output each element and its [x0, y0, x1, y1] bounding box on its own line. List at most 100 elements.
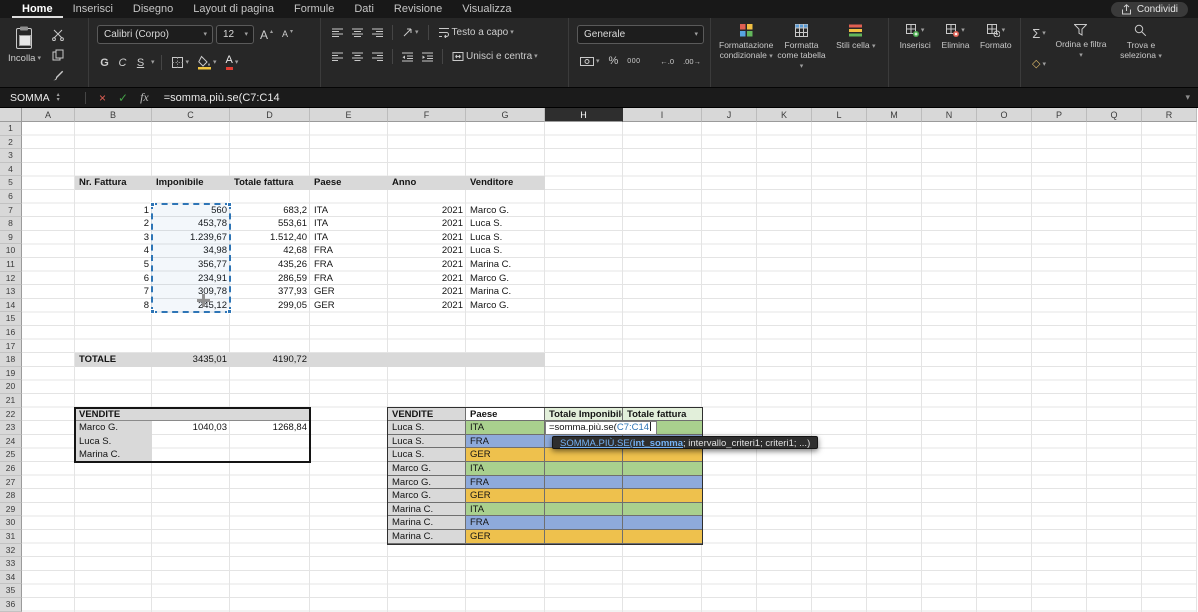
- column-header-N[interactable]: N: [922, 108, 977, 122]
- ribbon-tab-revisione[interactable]: Revisione: [384, 0, 452, 18]
- cell-G31[interactable]: GER: [466, 530, 545, 544]
- fill-color-button[interactable]: ▾: [195, 53, 220, 72]
- column-header-B[interactable]: B: [75, 108, 152, 122]
- row-header-24[interactable]: 24: [0, 435, 22, 449]
- align-center-button[interactable]: [349, 50, 366, 64]
- column-header-E[interactable]: E: [310, 108, 388, 122]
- formula-edit-cell[interactable]: =somma.più.se(C7:C14: [545, 421, 657, 435]
- row-header-23[interactable]: 23: [0, 421, 22, 435]
- column-header-K[interactable]: K: [757, 108, 812, 122]
- row-header-19[interactable]: 19: [0, 367, 22, 381]
- column-header-H[interactable]: H: [545, 108, 623, 122]
- row-header-1[interactable]: 1: [0, 122, 22, 136]
- cell-G5[interactable]: Venditore: [466, 176, 545, 190]
- autosum-button[interactable]: Σ ▾: [1029, 25, 1049, 42]
- cell-H22[interactable]: Totale Imponibile: [545, 408, 623, 422]
- cell-G11[interactable]: Marina C.: [466, 258, 545, 272]
- cell-E11[interactable]: FRA: [310, 258, 388, 272]
- cell-E10[interactable]: FRA: [310, 244, 388, 258]
- ribbon-tab-formule[interactable]: Formule: [284, 0, 344, 18]
- cell-G7[interactable]: Marco G.: [466, 204, 545, 218]
- cell-C8[interactable]: 453,78: [152, 217, 230, 231]
- orientation-button[interactable]: ▾: [399, 25, 422, 40]
- paste-button[interactable]: Incolla ▾: [8, 25, 41, 85]
- column-header-O[interactable]: O: [977, 108, 1032, 122]
- cell-B5[interactable]: Nr. Fattura: [75, 176, 152, 190]
- row-header-28[interactable]: 28: [0, 489, 22, 503]
- cell-F26[interactable]: Marco G.: [388, 462, 466, 476]
- cell-B14[interactable]: 8: [75, 299, 152, 313]
- cell-D5[interactable]: Totale fattura: [230, 176, 310, 190]
- row-header-25[interactable]: 25: [0, 448, 22, 462]
- cell-F28[interactable]: Marco G.: [388, 489, 466, 503]
- cell-F7[interactable]: 2021: [388, 204, 466, 218]
- cell-C7[interactable]: 560: [152, 204, 230, 218]
- increase-decimal-button[interactable]: ←.0: [657, 56, 677, 68]
- cell-C23[interactable]: 1040,03: [152, 421, 230, 435]
- cell-D23[interactable]: 1268,84: [230, 421, 310, 435]
- row-header-17[interactable]: 17: [0, 340, 22, 354]
- decrease-font-size-button[interactable]: A▾: [279, 28, 296, 41]
- cell-I22[interactable]: Totale fattura: [623, 408, 702, 422]
- decrease-decimal-button[interactable]: .00→: [680, 56, 704, 68]
- cell-G26[interactable]: ITA: [466, 462, 545, 476]
- cell-styles-button[interactable]: Stili cella ▾: [830, 23, 882, 85]
- row-header-32[interactable]: 32: [0, 544, 22, 558]
- name-box-stepper[interactable]: ▴▾: [57, 93, 60, 103]
- align-bottom-button[interactable]: [369, 26, 386, 40]
- column-header-P[interactable]: P: [1032, 108, 1087, 122]
- row-header-2[interactable]: 2: [0, 136, 22, 150]
- ribbon-tab-disegno[interactable]: Disegno: [123, 0, 183, 18]
- row-header-22[interactable]: 22: [0, 408, 22, 422]
- cell-D12[interactable]: 286,59: [230, 272, 310, 286]
- wrap-text-button[interactable]: Testo a capo ▾: [435, 25, 517, 40]
- cell-G10[interactable]: Luca S.: [466, 244, 545, 258]
- bold-button[interactable]: G: [97, 55, 112, 71]
- cell-F23[interactable]: Luca S.: [388, 421, 466, 435]
- font-color-button[interactable]: A ▾: [223, 53, 242, 72]
- cell-B9[interactable]: 3: [75, 231, 152, 245]
- cell-G8[interactable]: Luca S.: [466, 217, 545, 231]
- column-header-F[interactable]: F: [388, 108, 466, 122]
- cell-F31[interactable]: Marina C.: [388, 530, 466, 544]
- align-top-button[interactable]: [329, 26, 346, 40]
- row-header-6[interactable]: 6: [0, 190, 22, 204]
- row-header-3[interactable]: 3: [0, 149, 22, 163]
- cell-E13[interactable]: GER: [310, 285, 388, 299]
- format-painter-button[interactable]: [49, 67, 67, 83]
- confirm-formula-button[interactable]: ✓: [112, 91, 134, 105]
- cell-F24[interactable]: Luca S.: [388, 435, 466, 449]
- cell-B23[interactable]: Marco G.: [75, 421, 152, 435]
- cell-G29[interactable]: ITA: [466, 503, 545, 517]
- row-header-26[interactable]: 26: [0, 462, 22, 476]
- cell-F5[interactable]: Anno: [388, 176, 466, 190]
- ribbon-tab-dati[interactable]: Dati: [344, 0, 384, 18]
- cell-G25[interactable]: GER: [466, 448, 545, 462]
- cell-E5[interactable]: Paese: [310, 176, 388, 190]
- column-header-J[interactable]: J: [702, 108, 757, 122]
- column-header-D[interactable]: D: [230, 108, 310, 122]
- underline-button[interactable]: S: [133, 55, 148, 71]
- sort-filter-button[interactable]: Ordina e filtra ▾: [1053, 23, 1109, 85]
- column-header-G[interactable]: G: [466, 108, 545, 122]
- cell-F10[interactable]: 2021: [388, 244, 466, 258]
- increase-font-size-button[interactable]: A▴: [257, 27, 276, 43]
- cell-G13[interactable]: Marina C.: [466, 285, 545, 299]
- cell-F25[interactable]: Luca S.: [388, 448, 466, 462]
- cell-C14[interactable]: 245,12: [152, 299, 230, 313]
- share-button[interactable]: Condividi: [1111, 2, 1188, 17]
- cell-D14[interactable]: 299,05: [230, 299, 310, 313]
- cell-F14[interactable]: 2021: [388, 299, 466, 313]
- row-header-34[interactable]: 34: [0, 571, 22, 585]
- row-header-27[interactable]: 27: [0, 476, 22, 490]
- cell-B13[interactable]: 7: [75, 285, 152, 299]
- cell-C9[interactable]: 1.239,67: [152, 231, 230, 245]
- cell-B25[interactable]: Marina C.: [75, 448, 152, 462]
- column-header-L[interactable]: L: [812, 108, 867, 122]
- format-cells-button[interactable]: ▾ Formato: [978, 23, 1014, 85]
- cell-F29[interactable]: Marina C.: [388, 503, 466, 517]
- name-box[interactable]: SOMMA ▴▾: [0, 92, 78, 104]
- row-header-21[interactable]: 21: [0, 394, 22, 408]
- column-header-C[interactable]: C: [152, 108, 230, 122]
- increase-indent-button[interactable]: [419, 50, 436, 64]
